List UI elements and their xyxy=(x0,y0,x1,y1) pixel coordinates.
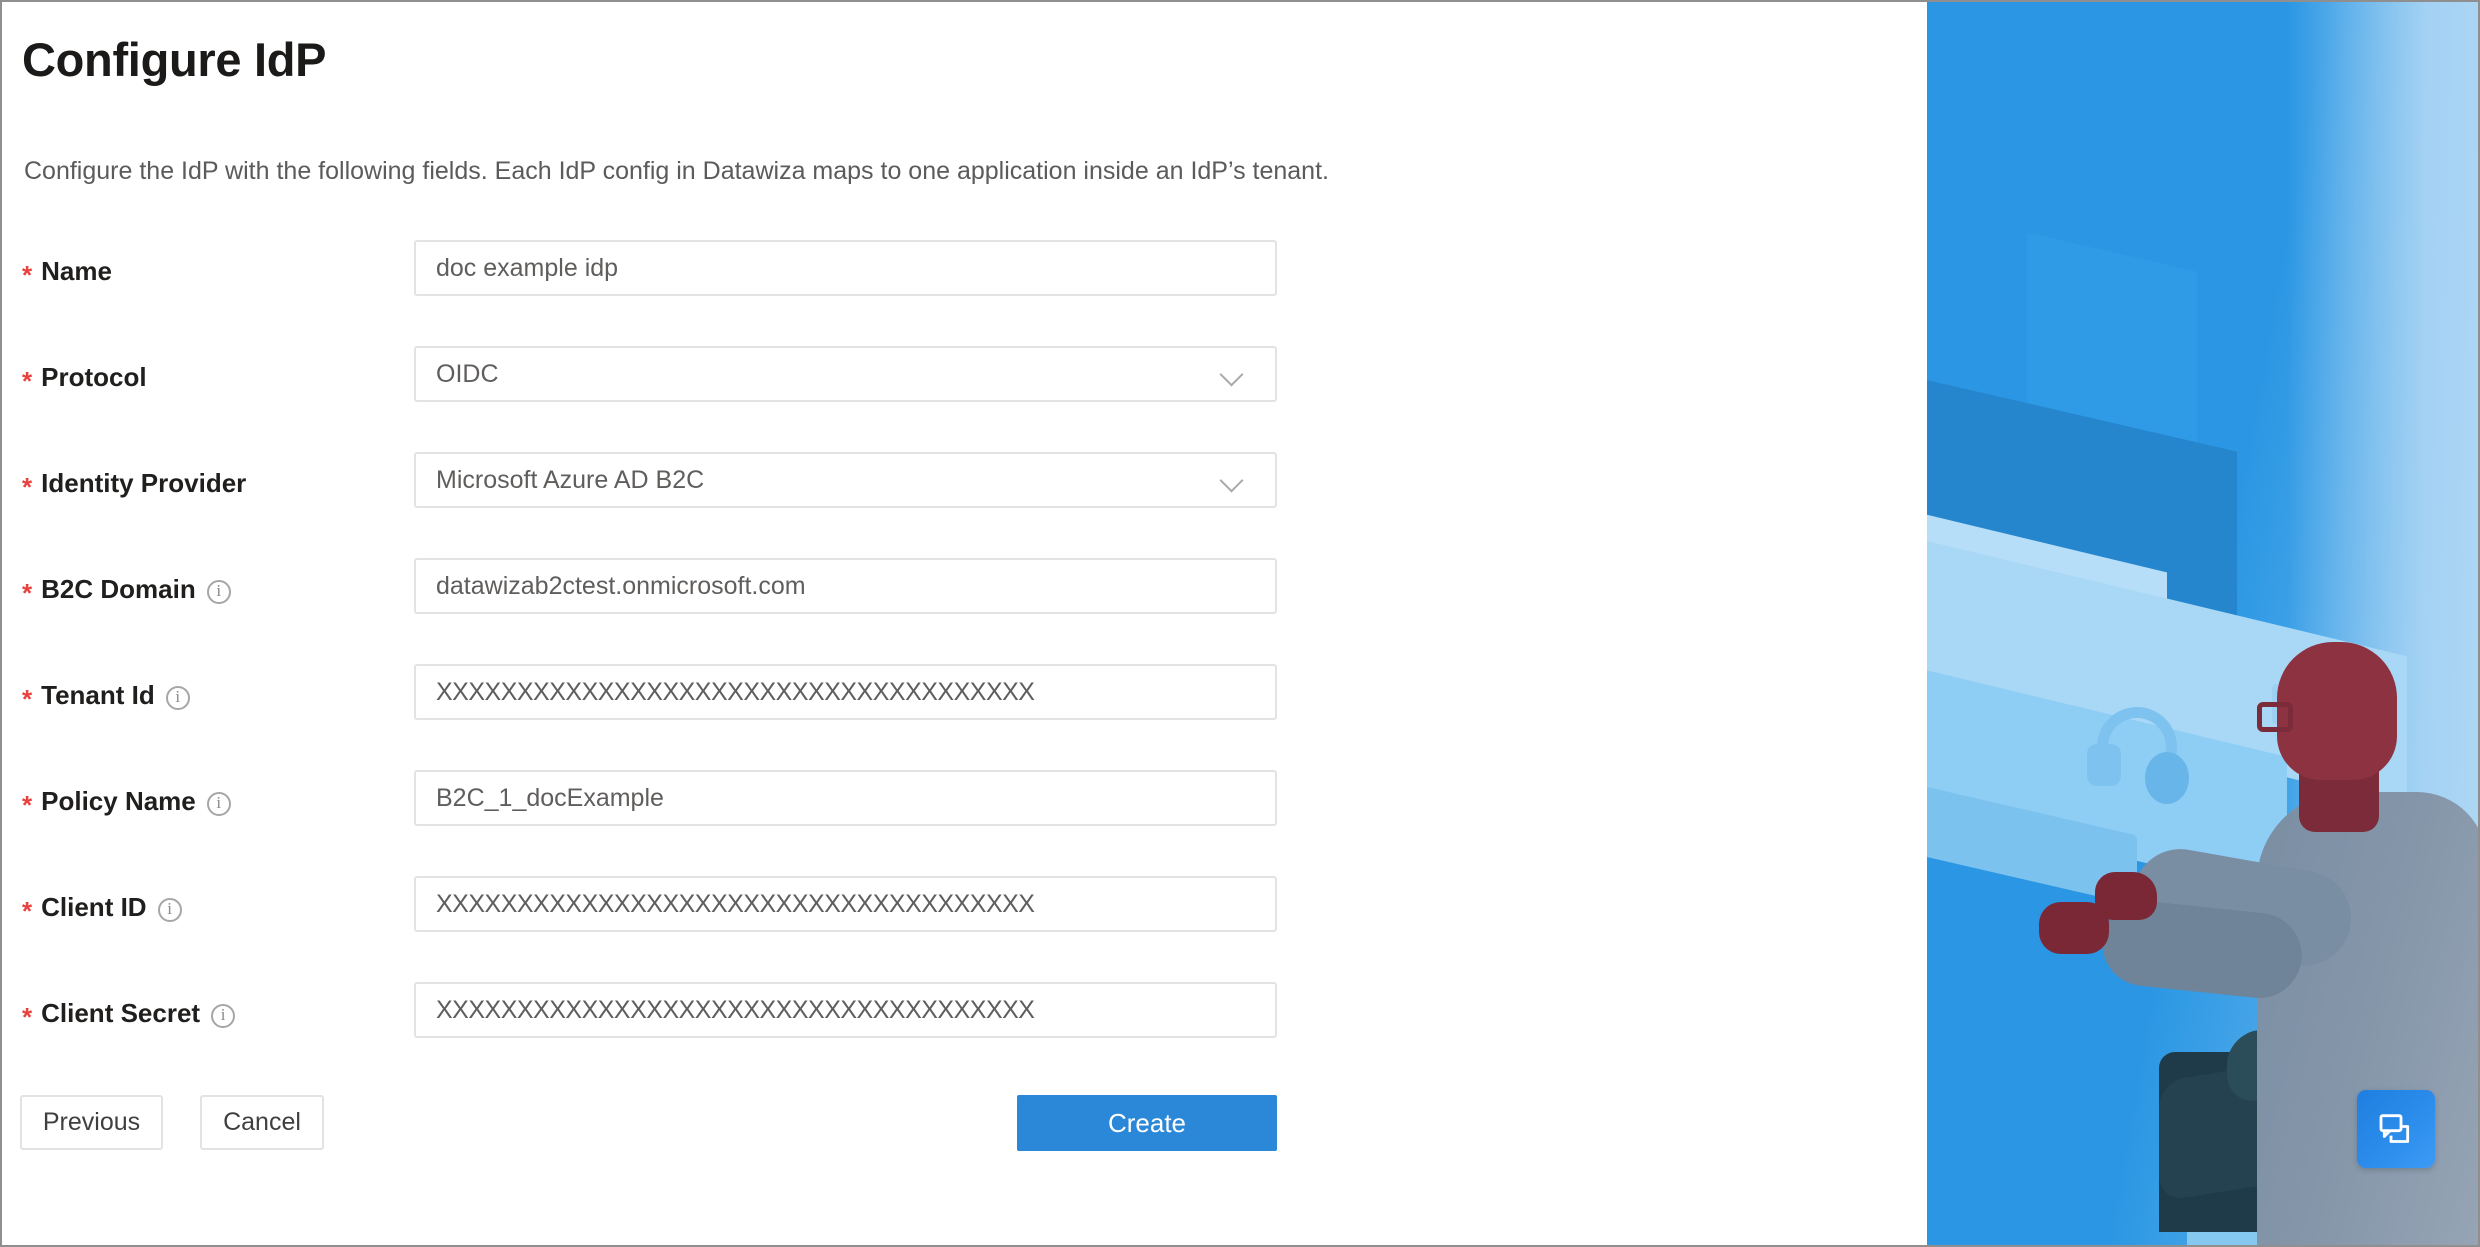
person-hand-left xyxy=(2039,902,2109,954)
configure-idp-page: Configure IdP Configure the IdP with the… xyxy=(0,0,2480,1247)
input-tenant-id[interactable]: XXXXXXXXXXXXXXXXXXXXXXXXXXXXXXXXXXXXX xyxy=(414,664,1277,720)
required-asterisk: * xyxy=(22,1001,33,1032)
required-asterisk: * xyxy=(22,471,33,502)
headphone-cup-right xyxy=(2145,752,2189,804)
required-asterisk: * xyxy=(22,259,33,290)
select-protocol[interactable]: OIDC xyxy=(414,346,1277,402)
required-asterisk: * xyxy=(22,683,33,714)
label-text: B2C Domain xyxy=(41,574,196,604)
required-asterisk: * xyxy=(22,577,33,608)
chevron-down-icon xyxy=(1219,361,1245,387)
input-name-value: doc example idp xyxy=(436,253,619,282)
input-b2c-domain-value: datawizab2ctest.onmicrosoft.com xyxy=(436,571,806,600)
label-b2c-domain: * B2C Domain xyxy=(22,574,231,608)
info-icon[interactable] xyxy=(165,685,190,710)
label-text: Identity Provider xyxy=(41,468,247,498)
person-body xyxy=(2257,792,2478,1245)
chat-support-button[interactable] xyxy=(2357,1090,2435,1168)
form-row-tenant-id: * Tenant Id XXXXXXXXXXXXXXXXXXXXXXXXXXXX… xyxy=(2,658,1927,764)
select-protocol-value: OIDC xyxy=(436,359,499,388)
label-client-secret: * Client Secret xyxy=(22,998,236,1032)
label-text: Policy Name xyxy=(41,786,196,816)
label-text: Protocol xyxy=(41,362,147,392)
required-asterisk: * xyxy=(22,895,33,926)
page-title: Configure IdP xyxy=(22,33,327,86)
label-policy-name: * Policy Name xyxy=(22,786,231,820)
previous-button[interactable]: Previous xyxy=(20,1095,163,1150)
form-row-policy-name: * Policy Name B2C_1_docExample xyxy=(2,764,1927,870)
label-protocol: * Protocol xyxy=(22,362,147,396)
input-b2c-domain[interactable]: datawizab2ctest.onmicrosoft.com xyxy=(414,558,1277,614)
glasses-icon xyxy=(2257,702,2293,732)
form-row-protocol: * Protocol OIDC xyxy=(2,340,1927,446)
input-client-secret[interactable]: XXXXXXXXXXXXXXXXXXXXXXXXXXXXXXXXXXXXX xyxy=(414,982,1277,1038)
form-actions: Previous Cancel Create xyxy=(2,1095,1927,1155)
label-text: Tenant Id xyxy=(41,680,155,710)
form-row-name: * Name doc example idp xyxy=(2,234,1927,340)
illustration-panel xyxy=(1927,2,2478,1245)
input-client-id[interactable]: XXXXXXXXXXXXXXXXXXXXXXXXXXXXXXXXXXXXX xyxy=(414,876,1277,932)
form-panel: Configure IdP Configure the IdP with the… xyxy=(2,2,1927,1245)
select-identity-provider[interactable]: Microsoft Azure AD B2C xyxy=(414,452,1277,508)
page-description: Configure the IdP with the following fie… xyxy=(24,157,1329,185)
required-asterisk: * xyxy=(22,365,33,396)
label-text: Client Secret xyxy=(41,998,201,1028)
input-policy-name-value: B2C_1_docExample xyxy=(436,783,664,812)
info-icon[interactable] xyxy=(206,791,231,816)
input-policy-name[interactable]: B2C_1_docExample xyxy=(414,770,1277,826)
info-icon[interactable] xyxy=(211,1003,236,1028)
form-row-b2c-domain: * B2C Domain datawizab2ctest.onmicrosoft… xyxy=(2,552,1927,658)
form-row-identity-provider: * Identity Provider Microsoft Azure AD B… xyxy=(2,446,1927,552)
info-icon[interactable] xyxy=(157,897,182,922)
label-text: Client ID xyxy=(41,892,147,922)
info-icon[interactable] xyxy=(206,579,231,604)
cancel-button[interactable]: Cancel xyxy=(200,1095,324,1150)
form-field-list: * Name doc example idp * Protocol OIDC *… xyxy=(2,234,1927,1082)
input-name[interactable]: doc example idp xyxy=(414,240,1277,296)
chevron-down-icon xyxy=(1219,467,1245,493)
form-row-client-id: * Client ID XXXXXXXXXXXXXXXXXXXXXXXXXXXX… xyxy=(2,870,1927,976)
label-identity-provider: * Identity Provider xyxy=(22,468,247,502)
form-row-client-secret: * Client Secret XXXXXXXXXXXXXXXXXXXXXXXX… xyxy=(2,976,1927,1082)
required-asterisk: * xyxy=(22,789,33,820)
input-tenant-id-value: XXXXXXXXXXXXXXXXXXXXXXXXXXXXXXXXXXXXX xyxy=(436,677,1035,706)
create-button[interactable]: Create xyxy=(1017,1095,1277,1151)
label-client-id: * Client ID xyxy=(22,892,182,926)
input-client-secret-value: XXXXXXXXXXXXXXXXXXXXXXXXXXXXXXXXXXXXX xyxy=(436,995,1035,1024)
label-name: * Name xyxy=(22,256,112,290)
headphone-cup-left xyxy=(2087,744,2121,786)
chat-bubbles-icon xyxy=(2379,1114,2410,1143)
input-client-id-value: XXXXXXXXXXXXXXXXXXXXXXXXXXXXXXXXXXXXX xyxy=(436,889,1035,918)
label-text: Name xyxy=(41,256,112,286)
select-identity-provider-value: Microsoft Azure AD B2C xyxy=(436,465,705,494)
person-head xyxy=(2277,642,2397,780)
label-tenant-id: * Tenant Id xyxy=(22,680,190,714)
